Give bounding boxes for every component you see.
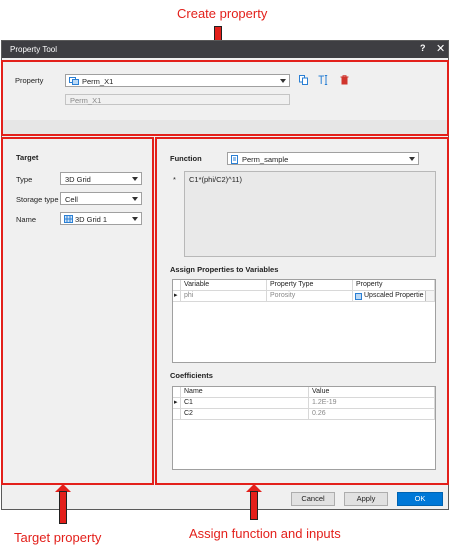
help-icon[interactable]: ? [420,43,426,53]
cancel-button[interactable]: Cancel [291,492,335,506]
assign-arrow-shaft [250,491,258,520]
target-property-annotation: Target property [14,530,102,545]
title-bar: Property Tool ? ✕ [2,41,448,58]
window-title: Property Tool [10,45,57,54]
assign-function-highlight [155,137,449,485]
target-arrow-shaft [59,491,67,524]
create-property-annotation: Create property [177,6,268,21]
assign-function-annotation: Assign function and inputs [189,526,341,541]
ok-button[interactable]: OK [397,492,443,506]
target-property-highlight [1,137,154,485]
create-property-highlight [1,60,449,136]
close-icon[interactable]: ✕ [436,42,445,55]
apply-button[interactable]: Apply [344,492,388,506]
